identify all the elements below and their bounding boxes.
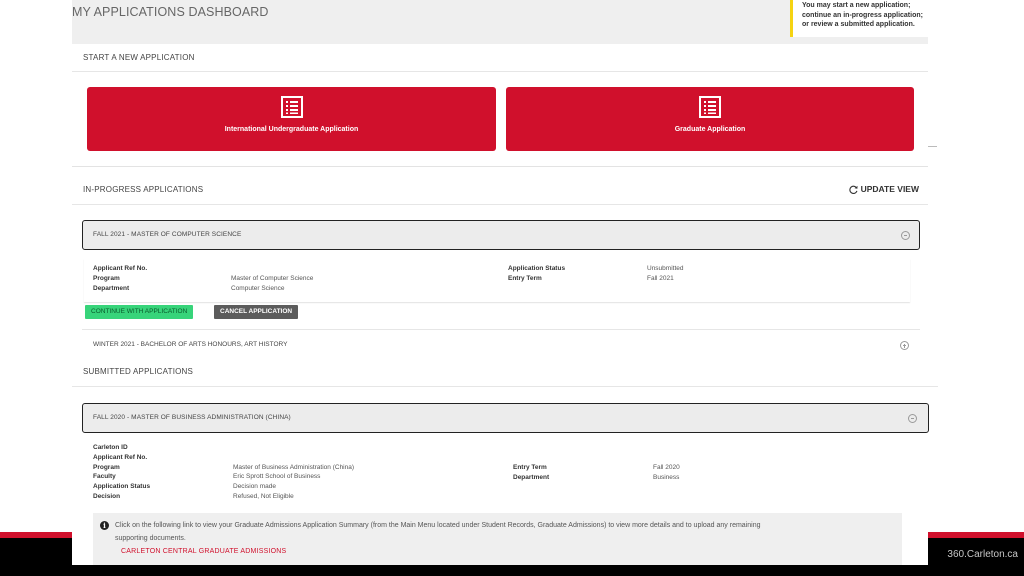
divider xyxy=(82,329,920,330)
info-box-continued: supporting documents. CARLETON CENTRAL G… xyxy=(93,532,902,565)
field-value: Decision made xyxy=(233,483,276,491)
field-value xyxy=(233,453,354,463)
notice-box: You may start a new application; continu… xyxy=(790,0,928,37)
field-label: Application Status xyxy=(508,265,566,272)
app-accordion-header[interactable]: WINTER 2021 - BACHELOR OF ARTS HONOURS, … xyxy=(82,331,920,358)
collapse-icon[interactable] xyxy=(901,231,910,240)
divider xyxy=(72,386,938,387)
document-list-icon xyxy=(699,96,721,118)
field-value: Fall 2021 xyxy=(647,274,674,282)
app-title: FALL 2020 - MASTER OF BUSINESS ADMINISTR… xyxy=(93,414,291,421)
cancel-application-button[interactable]: CANCEL APPLICATION xyxy=(214,305,299,319)
field-label: Application Status xyxy=(93,483,151,491)
notice-line-3: or review a submitted application. xyxy=(802,21,915,29)
intl-undergrad-application-button[interactable]: International Undergraduate Application xyxy=(87,87,496,151)
app-accordion-header[interactable]: FALL 2021 - MASTER OF COMPUTER SCIENCE xyxy=(82,220,920,250)
intl-undergrad-application-label: International Undergraduate Application xyxy=(224,126,359,133)
update-view-button[interactable]: UPDATE VIEW xyxy=(848,184,919,194)
field-value: Business xyxy=(653,473,680,481)
app-title: FALL 2021 - MASTER OF COMPUTER SCIENCE xyxy=(93,231,242,238)
continue-application-button[interactable]: CONTINUE WITH APPLICATION xyxy=(85,305,194,319)
app-title: WINTER 2021 - BACHELOR OF ARTS HONOURS, … xyxy=(93,341,288,348)
field-label: Carleton ID xyxy=(93,444,128,451)
collapse-icon[interactable] xyxy=(908,414,917,423)
field-value: Eric Sprott School of Business xyxy=(233,473,321,481)
field-label: Entry Term xyxy=(508,274,542,282)
field-label: Program xyxy=(93,274,120,282)
field-label: Decision xyxy=(93,492,121,500)
field-label: Department xyxy=(513,473,550,481)
info-icon: i xyxy=(100,521,109,530)
document-list-icon xyxy=(280,96,303,118)
field-label: Department xyxy=(93,284,130,292)
refresh-icon xyxy=(848,185,858,194)
field-label: Applicant Ref No. xyxy=(93,265,148,272)
app-details-card: Applicant Ref No. Program Department Mas… xyxy=(84,259,910,302)
in-progress-label: IN-PROGRESS APPLICATIONS xyxy=(83,185,204,194)
field-label: Program xyxy=(93,463,120,471)
graduate-application-button[interactable]: Graduate Application xyxy=(506,87,914,151)
info-text-line-2: supporting documents. xyxy=(115,535,186,542)
notice-line-1: You may start a new application; xyxy=(802,2,911,9)
app-accordion-header[interactable]: FALL 2020 - MASTER OF BUSINESS ADMINISTR… xyxy=(82,403,929,433)
start-section-label: START A NEW APPLICATION xyxy=(83,53,195,62)
field-label: Faculty xyxy=(93,473,116,481)
field-value: Master of Computer Science xyxy=(231,274,314,282)
field-value: Master of Business Administration (China… xyxy=(233,463,355,471)
update-view-label: UPDATE VIEW xyxy=(860,184,919,194)
page-title: MY APPLICATIONS DASHBOARD xyxy=(72,5,269,19)
field-value: Computer Science xyxy=(231,284,285,292)
graduate-application-label: Graduate Application xyxy=(674,126,746,133)
field-label: Applicant Ref No. xyxy=(93,453,148,461)
field-label: Entry Term xyxy=(513,464,547,471)
graduate-admissions-link[interactable]: CARLETON CENTRAL GRADUATE ADMISSIONS xyxy=(121,548,286,555)
field-value xyxy=(231,264,313,274)
notice-line-2: continue an in-progress application; xyxy=(802,11,923,19)
footer-link[interactable]: 360.Carleton.ca xyxy=(947,549,1018,560)
divider xyxy=(72,204,928,205)
field-value: Fall 2020 xyxy=(653,464,680,471)
submitted-label: SUBMITTED APPLICATIONS xyxy=(83,367,194,376)
info-text-line-1: Click on the following link to view your… xyxy=(115,522,761,529)
field-value: Unsubmitted xyxy=(647,265,684,272)
field-value: Refused, Not Eligible xyxy=(233,492,294,500)
field-value xyxy=(233,443,354,453)
divider xyxy=(928,146,937,147)
expand-icon[interactable] xyxy=(900,341,909,350)
